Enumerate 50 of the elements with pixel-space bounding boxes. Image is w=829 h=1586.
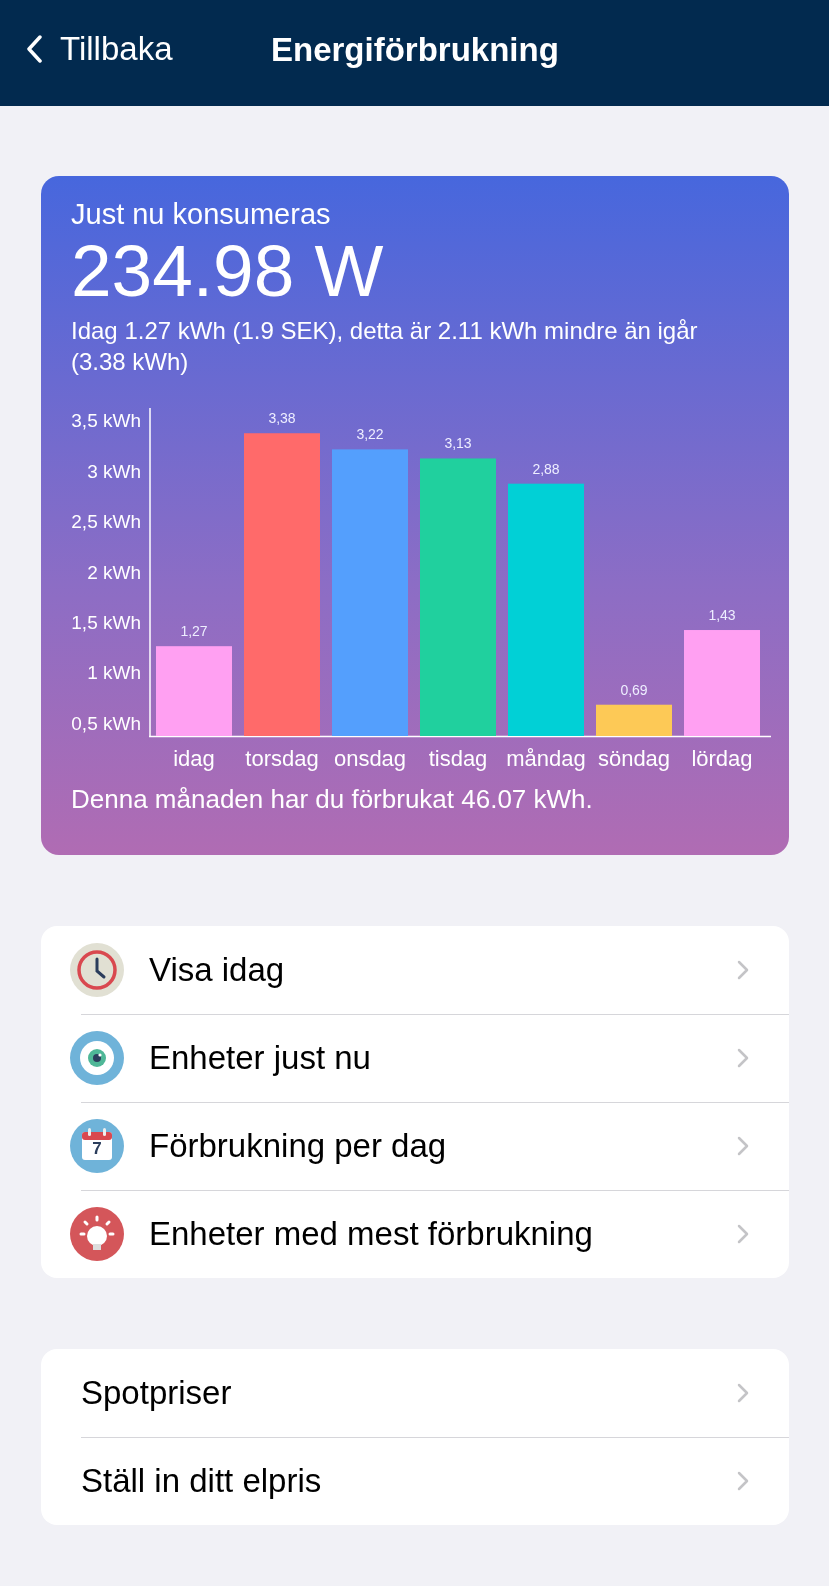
category-label: söndag xyxy=(597,745,671,771)
y-tick-label: 2,5 kWh xyxy=(71,510,141,532)
menu-item-label: Förbrukning per dag xyxy=(149,1127,448,1165)
y-tick-label: 3 kWh xyxy=(87,460,141,482)
chevron-icon xyxy=(737,1048,749,1068)
value-label: 3,38 xyxy=(268,409,296,426)
power-reading: 234.98 W xyxy=(71,231,385,312)
chevron-icon xyxy=(737,1224,749,1244)
menu-item[interactable]: Enheter med mest förbrukning xyxy=(41,1190,789,1278)
value-label: 3,13 xyxy=(444,435,472,452)
category-label: torsdag xyxy=(245,745,319,771)
back-button[interactable]: Tillbaka xyxy=(0,30,173,76)
chevron-icon xyxy=(737,1471,749,1491)
chevron-icon xyxy=(737,1136,749,1156)
settings-item[interactable]: Spotpriser xyxy=(41,1349,789,1437)
menu-item[interactable]: Visa idag xyxy=(41,926,789,1014)
chevron-icon xyxy=(737,960,749,980)
chevron-icon xyxy=(737,1383,749,1403)
y-tick-label: 0,5 kWh xyxy=(71,712,141,734)
category-label: lördag xyxy=(691,745,753,771)
screen-title: Energiförbrukning xyxy=(271,31,559,69)
value-label: 2,88 xyxy=(532,460,560,477)
light-bulb-icon xyxy=(69,1206,125,1262)
eye-icon xyxy=(69,1030,125,1086)
category-label: måndag xyxy=(506,745,586,771)
category-label: onsdag xyxy=(333,745,407,771)
y-tick-label: 2 kWh xyxy=(87,561,141,583)
value-label: 1,27 xyxy=(180,622,208,639)
value-label: 0,69 xyxy=(620,681,648,698)
value-label: 3,22 xyxy=(356,426,384,443)
value-label: 1,43 xyxy=(708,606,736,623)
category-label: tisdag xyxy=(428,745,488,771)
detail-text: Idag 1.27 kWh (1.9 SEK), detta är 2.11 kWh mindre än igår (3.38 kWh) xyxy=(71,316,699,378)
month-total-text: Denna månaden har du förbrukat 46.07 kWh. xyxy=(71,783,594,815)
y-tick-label: 1 kWh xyxy=(87,662,141,684)
settings-item-label: Ställ in ditt elpris xyxy=(81,1462,323,1500)
y-tick-label: 1,5 kWh xyxy=(71,611,141,633)
clock-icon xyxy=(69,942,125,998)
menu-item[interactable]: Enheter just nu xyxy=(41,1014,789,1102)
calendar-icon: 7 xyxy=(69,1118,125,1174)
menu-item-label: Enheter just nu xyxy=(149,1039,372,1077)
menu-item-label: Visa idag xyxy=(149,951,286,989)
caption-text: Just nu konsumeras xyxy=(71,198,332,231)
back-chevron-icon xyxy=(26,35,42,63)
settings-item[interactable]: Ställ in ditt elpris xyxy=(41,1437,789,1525)
menu-item[interactable]: 7 Förbrukning per dag xyxy=(41,1102,789,1190)
y-tick-label: 3,5 kWh xyxy=(71,409,141,431)
settings-item-label: Spotpriser xyxy=(81,1374,233,1412)
category-label: idag xyxy=(173,745,215,771)
menu-item-label: Enheter med mest förbrukning xyxy=(149,1215,594,1253)
